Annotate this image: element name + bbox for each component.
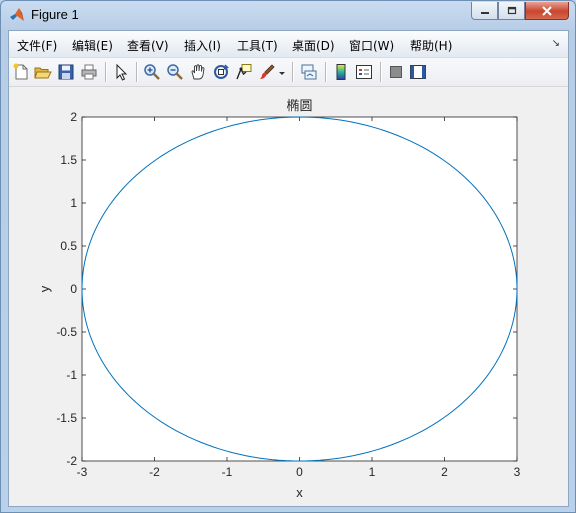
y-tick-label: -2 [66,454,77,468]
minimize-button[interactable] [471,2,498,20]
data-cursor-icon[interactable] [235,63,253,81]
x-tick-label: 3 [514,465,521,479]
link-plot-icon[interactable] [300,63,318,81]
x-tick-label: 0 [296,465,303,479]
axes-background [81,116,518,462]
matlab-logo-icon [10,8,24,21]
menu-desktop[interactable]: 桌面(D) [292,37,335,54]
menu-window[interactable]: 窗口(W) [349,37,394,54]
rotate-3d-icon[interactable] [212,63,230,81]
minimize-icon [480,11,489,14]
brush-icon[interactable] [258,63,276,81]
y-axis-label: y [37,285,52,292]
y-tick-label: 1.5 [60,153,77,167]
pan-hand-icon[interactable] [189,63,207,81]
pointer-icon[interactable] [112,63,130,81]
ellipse-chart[interactable]: -3 -2 -1 0 1 2 3 -2-1.5-1-0.500.511.52 椭圆 x y [9,87,568,506]
x-tick-label: -3 [77,465,88,479]
toolbar-separator [380,62,381,82]
zoom-in-icon[interactable] [143,63,161,81]
figure-toolbar [9,58,568,87]
y-tick-label: -1.5 [56,411,77,425]
zoom-out-icon[interactable] [166,63,184,81]
print-icon[interactable] [80,63,98,81]
toolbar-separator [105,62,106,82]
title-bar[interactable]: Figure 1 [1,1,575,29]
y-tick-label: -1 [66,368,77,382]
maximize-icon [507,6,516,14]
toolbar-separator [292,62,293,82]
menu-file[interactable]: 文件(F) [17,37,57,54]
open-file-icon[interactable] [34,63,52,81]
toolbar-separator [136,62,137,82]
y-tick-label: 0 [70,282,77,296]
plot-area[interactable]: -3 -2 -1 0 1 2 3 -2 -1.5 -1 -0.5 0 0.5 1 1.5 2 椭圆 x y [9,87,568,506]
window-title: Figure 1 [31,7,79,22]
x-tick-label: -2 [149,465,160,479]
maximize-button[interactable] [498,2,525,20]
brush-dropdown-icon[interactable] [277,63,287,81]
menu-insert[interactable]: 插入(I) [184,37,221,54]
x-tick-label: 2 [441,465,448,479]
y-tick-label: 1 [70,196,77,210]
figure-client-area: 文件(F) 编辑(E) 查看(V) 插入(I) 工具(T) 桌面(D) 窗口(W… [8,30,569,507]
y-tick-label: -0.5 [56,325,77,339]
menu-bar: 文件(F) 编辑(E) 查看(V) 插入(I) 工具(T) 桌面(D) 窗口(W… [9,31,568,58]
legend-icon[interactable] [355,63,373,81]
x-tick-label: 1 [369,465,376,479]
toolbar-separator [325,62,326,82]
x-axis-label: x [296,485,303,500]
new-figure-icon[interactable] [12,63,30,81]
x-tick-label: -1 [222,465,233,479]
menu-expand-icon[interactable]: ↘ [552,38,560,49]
y-tick-label: 0.5 [60,239,77,253]
menu-help[interactable]: 帮助(H) [410,37,452,54]
y-tick-label: 2 [70,110,77,124]
figure-window: Figure 1 文件(F) 编辑(E) 查看(V) 插入(I) 工具(T) 桌… [0,0,576,513]
show-plot-tools-icon[interactable] [409,63,427,81]
save-icon[interactable] [57,63,75,81]
menu-view[interactable]: 查看(V) [127,37,169,54]
menu-tools[interactable]: 工具(T) [237,37,278,54]
colorbar-icon[interactable] [332,63,350,81]
close-icon [542,5,552,16]
hide-plot-tools-icon[interactable] [387,63,405,81]
close-button[interactable] [525,2,569,20]
menu-edit[interactable]: 编辑(E) [72,37,113,54]
chart-title: 椭圆 [286,98,312,113]
